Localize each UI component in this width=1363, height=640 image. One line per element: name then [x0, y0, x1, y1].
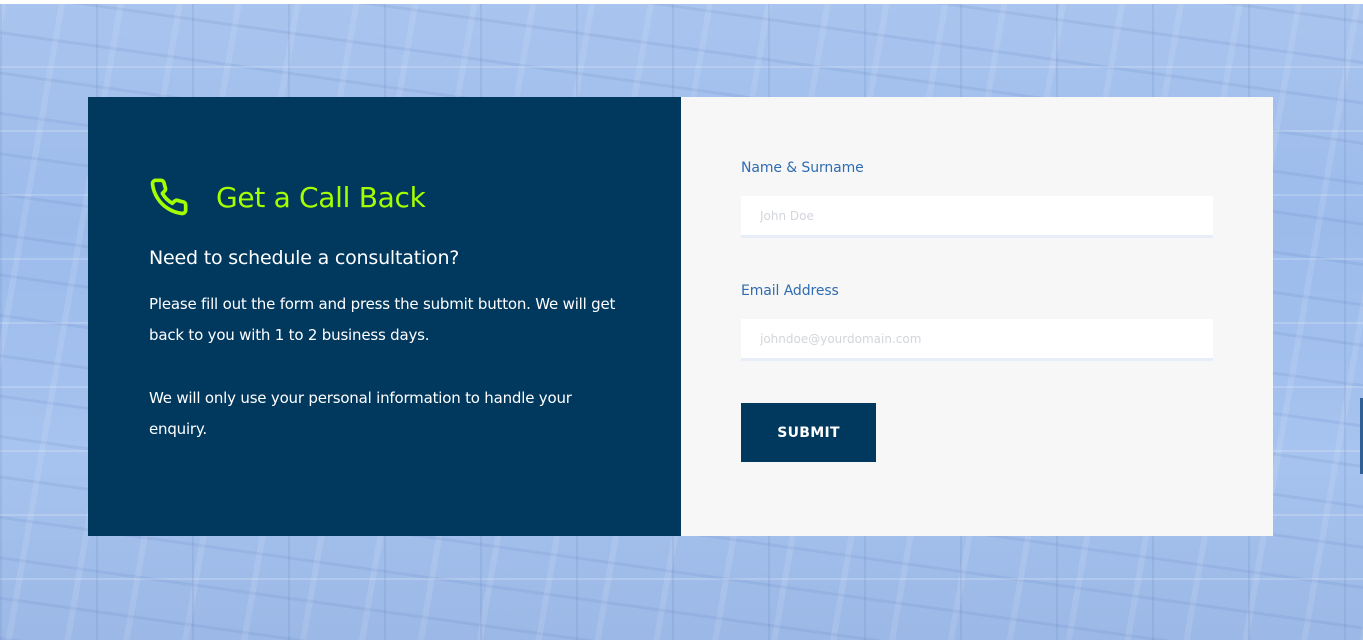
name-field-group: Name & Surname	[741, 157, 1213, 238]
callback-section: Get a Call Back Need to schedule a consu…	[88, 97, 1273, 536]
callback-form: Name & Surname Email Address SUBMIT	[681, 97, 1273, 536]
callback-title: Get a Call Back	[216, 180, 426, 214]
name-input[interactable]	[741, 196, 1213, 238]
callback-subtitle: Need to schedule a consultation?	[149, 247, 460, 269]
name-label: Name & Surname	[741, 160, 864, 176]
callback-description: Please fill out the form and press the s…	[149, 295, 616, 344]
email-label: Email Address	[741, 283, 839, 299]
callback-info-panel: Get a Call Back Need to schedule a consu…	[88, 97, 681, 536]
privacy-note: We will only use your personal informati…	[149, 389, 572, 438]
phone-icon	[149, 177, 189, 217]
callback-title-row: Get a Call Back	[149, 177, 621, 217]
email-input[interactable]	[741, 319, 1213, 361]
email-field-group: Email Address	[741, 280, 1213, 361]
submit-button[interactable]: SUBMIT	[741, 403, 876, 462]
